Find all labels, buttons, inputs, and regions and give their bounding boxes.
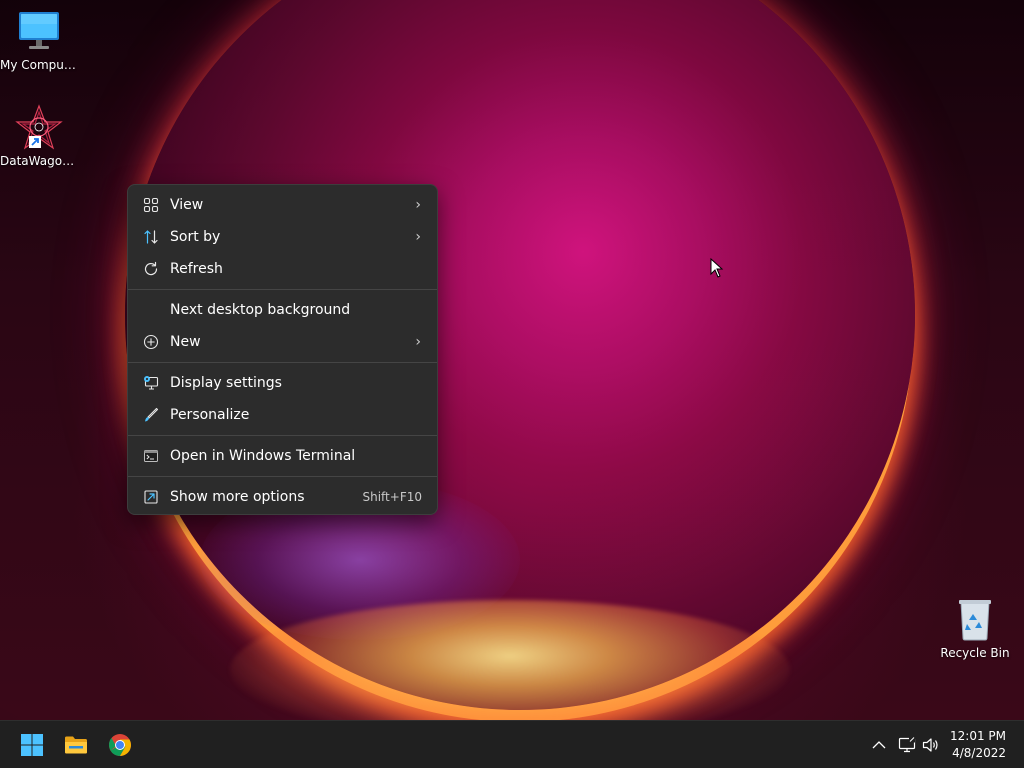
mouse-cursor-icon (710, 258, 724, 278)
menu-separator (128, 289, 437, 290)
taskbar: 12:01 PM 4/8/2022 (0, 720, 1024, 768)
menu-item-label: New (170, 334, 201, 350)
menu-item-label: Sort by (170, 229, 221, 245)
clock-date: 4/8/2022 (952, 746, 1006, 760)
menu-item-label: Show more options (170, 489, 305, 505)
menu-item-next-desktop-background[interactable]: Next desktop background (132, 294, 433, 326)
display-settings-icon (144, 376, 159, 390)
folder-icon (65, 736, 87, 754)
menu-separator (128, 476, 437, 477)
share-icon (144, 490, 158, 504)
menu-item-label: Open in Windows Terminal (170, 448, 356, 464)
datawagon-icon (15, 104, 63, 152)
menu-separator (128, 435, 437, 436)
chevron-right-icon: › (415, 229, 421, 245)
desktop-icon-label: My Computer (0, 58, 78, 72)
taskbar-clock[interactable]: 12:01 PM 4/8/2022 (950, 728, 1006, 762)
menu-item-shortcut: Shift+F10 (362, 490, 422, 504)
menu-item-sort-by[interactable]: Sort by › (132, 221, 433, 253)
desktop-icon-label: DataWagon... (0, 154, 78, 168)
menu-item-label: Display settings (170, 375, 282, 391)
menu-item-show-more-options[interactable]: Show more options Shift+F10 (132, 481, 433, 513)
menu-item-label: Next desktop background (170, 302, 351, 318)
menu-item-open-in-windows-terminal[interactable]: Open in Windows Terminal (132, 440, 433, 472)
network-icon[interactable] (897, 735, 917, 755)
volume-icon[interactable] (921, 735, 941, 755)
windows-start-icon (21, 734, 43, 756)
chrome-icon (109, 734, 131, 756)
sort-icon (144, 230, 158, 244)
brush-icon (145, 407, 159, 422)
desktop-icon-my-computer[interactable]: My Computer (0, 8, 78, 72)
refresh-icon (144, 261, 158, 276)
menu-item-personalize[interactable]: Personalize (132, 399, 433, 431)
terminal-icon (144, 450, 158, 462)
desktop-icon-datawagon[interactable]: DataWagon... (0, 104, 78, 168)
desktop-icon-label: Recycle Bin (940, 646, 1010, 660)
chevron-right-icon: › (415, 334, 421, 350)
chevron-right-icon: › (415, 197, 421, 213)
desktop-icon-recycle-bin[interactable]: Recycle Bin (936, 596, 1014, 660)
grid-icon (143, 197, 159, 213)
plus-circle-icon (143, 334, 159, 350)
taskbar-file-explorer-button[interactable] (56, 725, 96, 765)
recycle-bin-icon (951, 596, 999, 644)
menu-item-label: Personalize (170, 407, 250, 423)
menu-separator (128, 362, 437, 363)
menu-item-refresh[interactable]: Refresh (132, 253, 433, 285)
menu-item-label: Refresh (170, 261, 223, 277)
monitor-icon (15, 8, 63, 56)
taskbar-chrome-button[interactable] (100, 725, 140, 765)
menu-item-new[interactable]: New › (132, 326, 433, 358)
taskbar-start-button[interactable] (12, 725, 52, 765)
menu-item-label: View (170, 197, 204, 213)
menu-item-display-settings[interactable]: Display settings (132, 367, 433, 399)
desktop-context-menu: View › Sort by › Refresh Next desktop ba… (127, 184, 438, 515)
menu-item-view[interactable]: View › (132, 189, 433, 221)
clock-time: 12:01 PM (950, 729, 1006, 743)
chevron-up-icon[interactable] (869, 735, 889, 755)
